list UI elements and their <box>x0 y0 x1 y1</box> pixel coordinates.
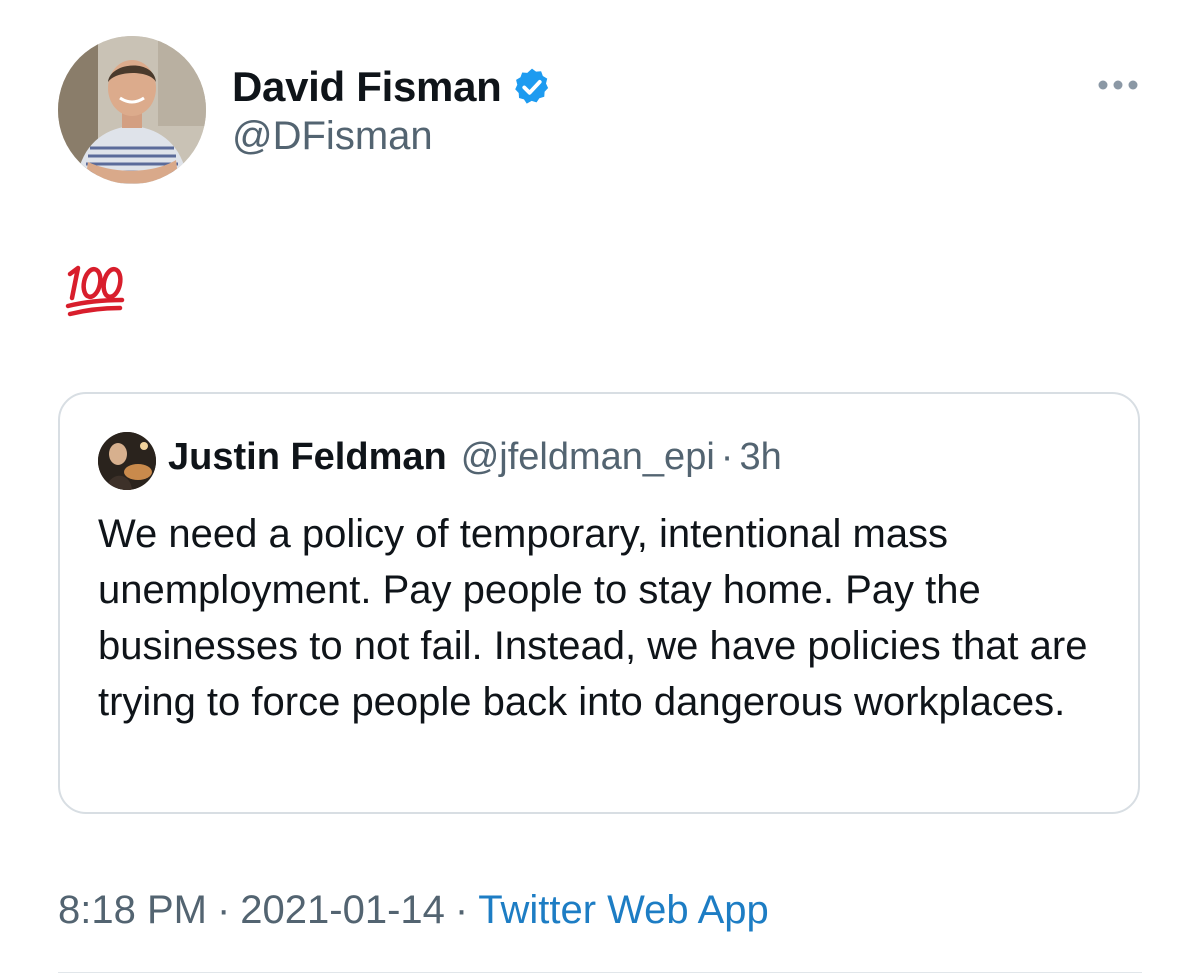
quoted-author-photo <box>98 432 156 490</box>
tweet-source-link[interactable]: Twitter Web App <box>478 888 769 932</box>
quoted-author-avatar[interactable] <box>98 432 156 490</box>
author-photo <box>58 36 206 184</box>
verified-badge-icon <box>511 66 553 108</box>
tweet-detail: David Fisman @DFisman Justin Feldman @jf… <box>0 0 1200 979</box>
author-name[interactable]: David Fisman <box>232 63 502 111</box>
meta-separator: · <box>216 888 231 932</box>
quoted-tweet-text: We need a policy of temporary, intention… <box>98 512 1088 724</box>
hundred-points-emoji-icon <box>64 262 126 320</box>
quoted-tweet-card[interactable]: Justin Feldman @jfeldman_epi · 3h We nee… <box>58 392 1140 814</box>
quoted-timestamp: 3h <box>739 436 782 478</box>
author-name-row: David Fisman <box>232 62 553 112</box>
quoted-separator: · <box>720 436 734 478</box>
author-avatar[interactable] <box>58 36 206 184</box>
tweet-metadata: 8:18 PM · 2021-01-14 · Twitter Web App <box>58 888 769 933</box>
tweet-date[interactable]: 2021-01-14 <box>240 888 445 932</box>
quoted-author-handle: @jfeldman_epi <box>460 436 715 478</box>
tweet-time[interactable]: 8:18 PM <box>58 888 207 932</box>
divider <box>58 972 1142 973</box>
more-options-icon[interactable] <box>1094 70 1142 100</box>
meta-separator: · <box>454 888 469 932</box>
quoted-author-name: Justin Feldman <box>168 436 447 478</box>
quoted-tweet-header: Justin Feldman @jfeldman_epi · 3h <box>168 436 782 479</box>
author-handle[interactable]: @DFisman <box>232 114 433 159</box>
